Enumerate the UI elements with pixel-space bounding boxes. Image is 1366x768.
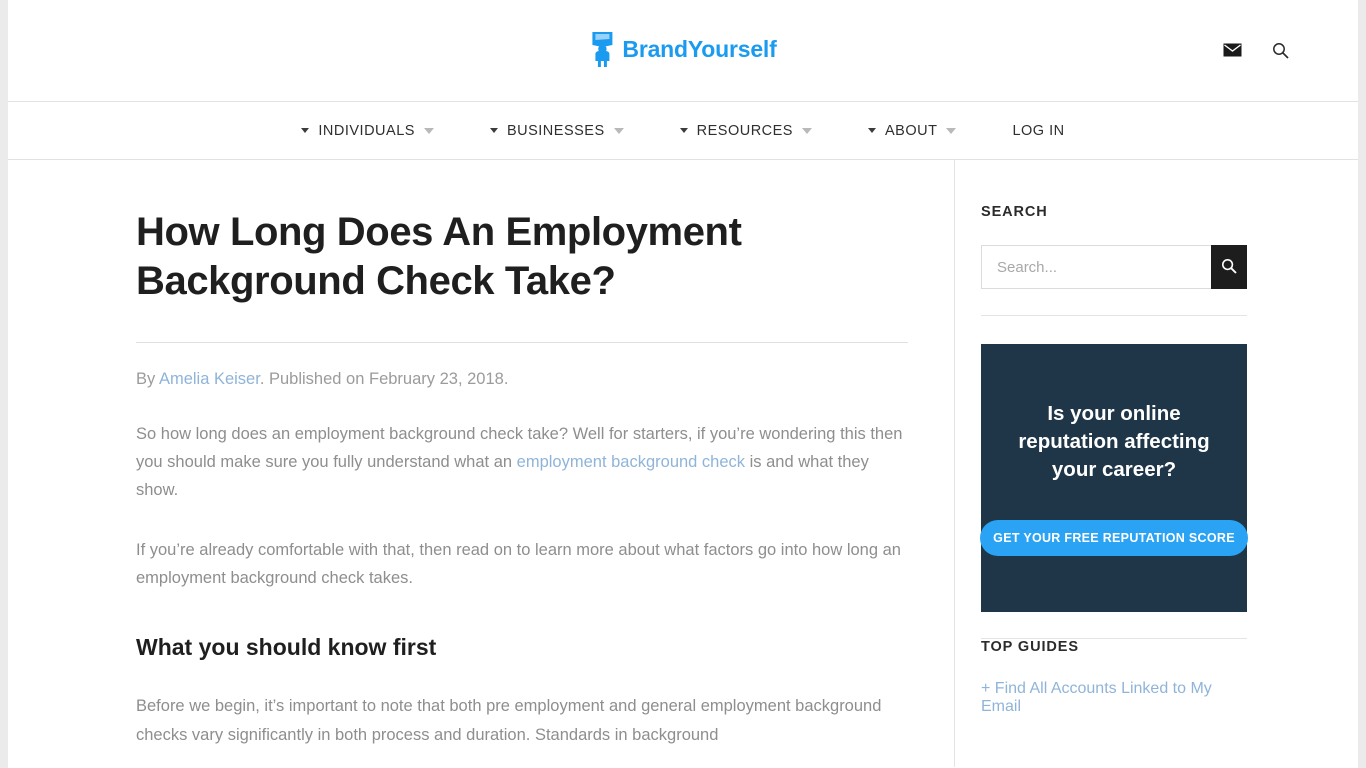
article-paragraph-1: So how long does an employment backgroun… [136, 420, 906, 505]
sidebar-search-form [981, 245, 1247, 289]
sidebar-divider [981, 315, 1247, 316]
chevron-down-icon [613, 127, 624, 134]
search-icon[interactable] [1270, 40, 1290, 60]
chevron-down-icon [946, 127, 957, 134]
employment-background-check-link[interactable]: employment background check [517, 453, 745, 471]
sidebar-top-guides-section: TOP GUIDES + Find All Accounts Linked to… [981, 639, 1358, 716]
nav-item-businesses[interactable]: BUSINESSES [462, 123, 652, 139]
nav-item-label: BUSINESSES [506, 122, 605, 139]
nav-item-individuals[interactable]: INDIVIDUALS [273, 123, 462, 139]
content-area: How Long Does An Employment Background C… [8, 160, 1358, 767]
nav-item-label: ABOUT [884, 122, 938, 139]
nav-item-log-in[interactable]: LOG IN [984, 123, 1092, 139]
reputation-promo-banner[interactable]: Is your online reputation affecting your… [980, 344, 1248, 612]
site-logo-text: BrandYourself [622, 35, 777, 62]
sidebar-top-guides-heading: TOP GUIDES [981, 639, 1079, 655]
nav-item-resources[interactable]: RESOURCES [652, 123, 840, 139]
search-input[interactable] [981, 245, 1211, 289]
nav-item-label: LOG IN [1012, 122, 1065, 139]
author-link[interactable]: Amelia Keiser [159, 370, 260, 388]
search-icon [1221, 258, 1237, 277]
site-logo[interactable]: BrandYourself [589, 30, 777, 68]
top-guide-link[interactable]: + Find All Accounts Linked to My Email [981, 680, 1246, 716]
chevron-down-icon [423, 127, 434, 134]
title-divider [136, 341, 908, 343]
article-paragraph-3: Before we begin, it’s important to note … [136, 697, 882, 744]
page-root: BrandYourself INDIVIDUALS BUSINESSES RES… [8, 0, 1358, 768]
sidebar: SEARCH Is your online reputa [954, 160, 1358, 767]
caret-left-icon [679, 128, 688, 133]
sidebar-search-heading: SEARCH [981, 204, 1048, 220]
mail-icon[interactable] [1222, 40, 1242, 60]
caret-left-icon [301, 128, 310, 133]
header-actions [1222, 40, 1290, 60]
main-navigation: INDIVIDUALS BUSINESSES RESOURCES ABOUT L… [8, 102, 1358, 160]
article-column: How Long Does An Employment Background C… [8, 160, 954, 767]
page-title: How Long Does An Employment Background C… [136, 210, 742, 303]
byline-suffix: . Published on February 23, 2018. [259, 369, 509, 388]
get-reputation-score-button[interactable]: GET YOUR FREE REPUTATION SCORE [980, 519, 1248, 556]
brandyourself-mark-icon [589, 30, 615, 68]
byline-prefix: By [136, 369, 159, 388]
sidebar-search-section: SEARCH [981, 204, 1358, 289]
chevron-down-icon [801, 127, 812, 134]
article-byline: By Amelia Keiser. Published on February … [136, 370, 906, 389]
article-subheading: What you should know first [136, 634, 437, 661]
promo-headline: Is your online reputation affecting your… [1018, 402, 1210, 481]
article-paragraph-2: If you’re already comfortable with that,… [136, 540, 901, 588]
search-submit-button[interactable] [1211, 245, 1247, 289]
nav-item-label: RESOURCES [696, 122, 793, 139]
nav-item-label: INDIVIDUALS [318, 122, 415, 139]
caret-left-icon [867, 128, 876, 133]
caret-left-icon [489, 128, 498, 133]
site-header: BrandYourself [8, 0, 1358, 102]
nav-item-about[interactable]: ABOUT [840, 123, 984, 139]
